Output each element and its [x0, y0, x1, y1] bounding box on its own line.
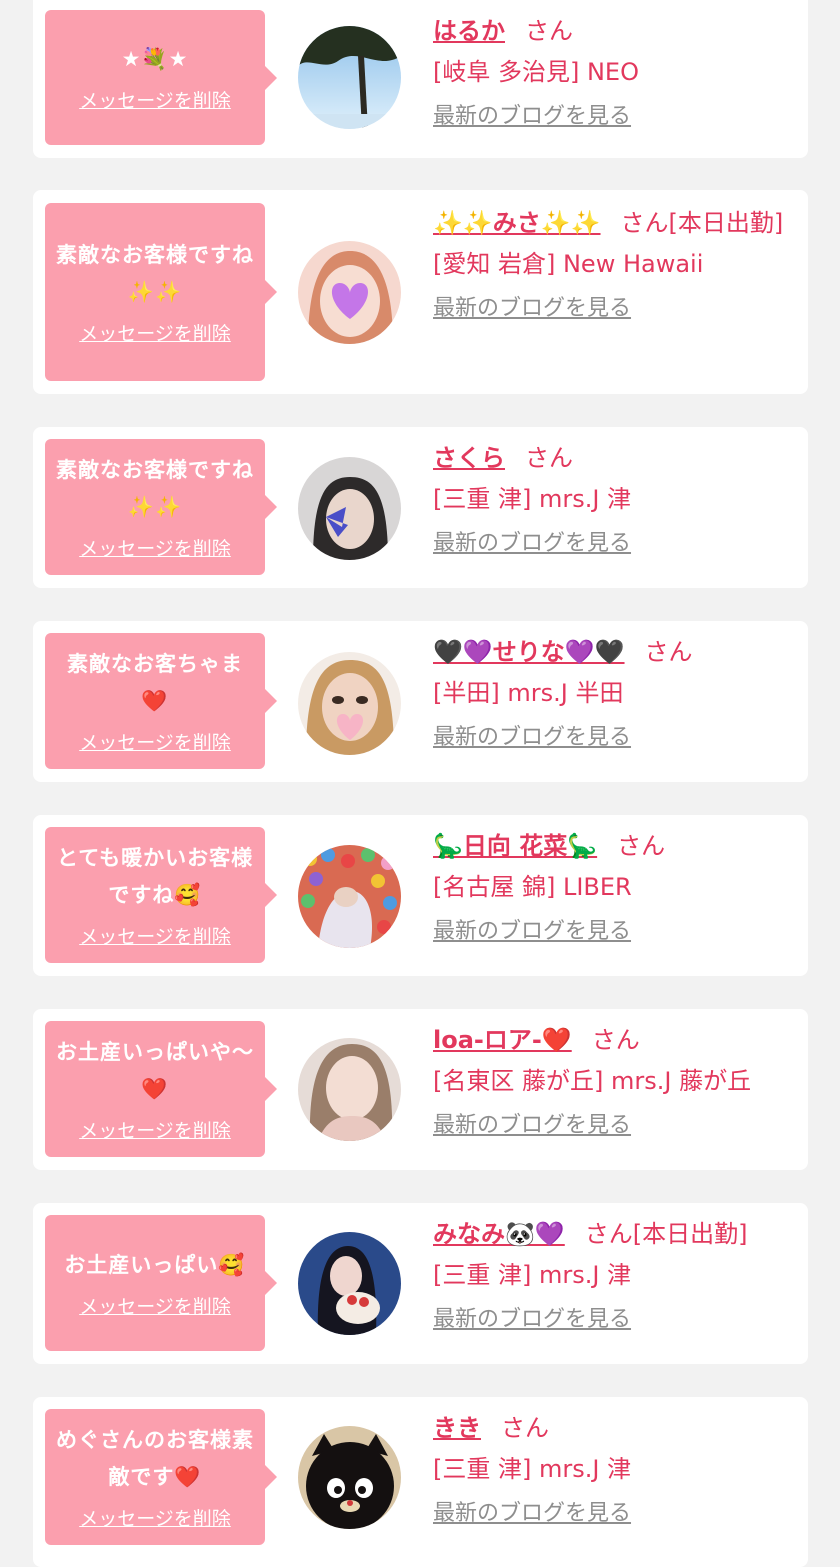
latest-blog-link[interactable]: 最新のブログを見る: [433, 1111, 631, 1141]
honorific: さん[本日出勤]: [620, 209, 784, 237]
honorific: さん: [644, 638, 693, 666]
honorific: さん: [591, 1026, 640, 1054]
message-bubble: 素敵なお客ちゃま❤️ メッセージを削除: [45, 633, 277, 769]
profile-info: loa-ロア-❤️ さん [名東区 藤が丘] mrs.J 藤が丘 最新のブログを見…: [433, 1019, 788, 1141]
latest-blog-link[interactable]: 最新のブログを見る: [433, 723, 631, 753]
shop-label: [愛知 岩倉] New Hawaii: [433, 250, 704, 278]
shop-label: [岐阜 多治見] NEO: [433, 58, 639, 86]
message-bubble: 素敵なお客様ですね✨✨ メッセージを削除: [45, 203, 277, 381]
latest-blog-link[interactable]: 最新のブログを見る: [433, 1305, 631, 1335]
delete-message-link[interactable]: メッセージを削除: [79, 730, 231, 756]
honorific: さん: [525, 17, 573, 45]
profile-info: みなみ🐼💜 さん[本日出勤] [三重 津] mrs.J 津 最新のブログを見る: [433, 1213, 788, 1335]
shop-label: [三重 津] mrs.J 津: [433, 1455, 632, 1483]
message-text: 素敵なお客様ですね✨✨: [56, 458, 254, 519]
list-item: お土産いっぱい🥰 メッセージを削除 みなみ🐼💜 さん[本日出勤] [三重 津] m…: [33, 1203, 808, 1364]
name-link[interactable]: 🖤💜せりな💜🖤: [433, 638, 625, 666]
message-list: ★💐★ メッセージを削除 はるか さん [岐阜 多治見] NEO 最新のブログを見…: [0, 0, 840, 1567]
honorific: さん: [617, 832, 666, 860]
avatar[interactable]: [298, 1426, 401, 1529]
shop-label: [名古屋 錦] LIBER: [433, 873, 632, 901]
message-text: ★💐★: [121, 47, 189, 71]
message-bubble: めぐさんのお客様素敵です❤️ メッセージを削除: [45, 1409, 277, 1545]
delete-message-link[interactable]: メッセージを削除: [79, 536, 231, 562]
list-item: めぐさんのお客様素敵です❤️ メッセージを削除 きき さん [三重 津] mrs.…: [33, 1397, 808, 1567]
name-link[interactable]: みなみ🐼💜: [433, 1220, 565, 1248]
honorific: さん[本日出勤]: [584, 1220, 748, 1248]
delete-message-link[interactable]: メッセージを削除: [79, 321, 231, 347]
avatar[interactable]: [298, 845, 401, 948]
latest-blog-link[interactable]: 最新のブログを見る: [433, 917, 631, 947]
shop-label: [半田] mrs.J 半田: [433, 679, 624, 707]
profile-info: ✨✨みさ✨✨ さん[本日出勤] [愛知 岩倉] New Hawaii 最新のブログ…: [433, 202, 788, 324]
profile-info: はるか さん [岐阜 多治見] NEO 最新のブログを見る: [433, 10, 788, 132]
delete-message-link[interactable]: メッセージを削除: [79, 88, 231, 114]
delete-message-link[interactable]: メッセージを削除: [79, 1506, 231, 1532]
delete-message-link[interactable]: メッセージを削除: [79, 1118, 231, 1144]
latest-blog-link[interactable]: 最新のブログを見る: [433, 294, 631, 324]
list-item: 素敵なお客様ですね✨✨ メッセージを削除 さくら さん [三重 津] mrs.J …: [33, 427, 808, 588]
avatar[interactable]: [298, 1038, 401, 1141]
latest-blog-link[interactable]: 最新のブログを見る: [433, 1499, 631, 1529]
avatar[interactable]: [298, 26, 401, 129]
shop-label: [三重 津] mrs.J 津: [433, 1261, 632, 1289]
message-text: とても暖かいお客様ですね🥰: [56, 846, 254, 907]
list-item: 素敵なお客様ですね✨✨ メッセージを削除 ✨✨みさ✨✨ さん[本日出勤] [愛知 …: [33, 190, 808, 394]
profile-info: さくら さん [三重 津] mrs.J 津 最新のブログを見る: [433, 437, 788, 559]
shop-label: [名東区 藤が丘] mrs.J 藤が丘: [433, 1067, 752, 1095]
message-text: お土産いっぱい🥰: [64, 1252, 246, 1277]
message-bubble: お土産いっぱいや〜❤️ メッセージを削除: [45, 1021, 277, 1157]
name-link[interactable]: さくら: [433, 444, 505, 472]
message-bubble: とても暖かいお客様ですね🥰 メッセージを削除: [45, 827, 277, 963]
latest-blog-link[interactable]: 最新のブログを見る: [433, 102, 631, 132]
avatar[interactable]: [298, 652, 401, 755]
profile-info: 🖤💜せりな💜🖤 さん [半田] mrs.J 半田 最新のブログを見る: [433, 631, 788, 753]
message-bubble: 素敵なお客様ですね✨✨ メッセージを削除: [45, 439, 277, 575]
message-text: めぐさんのお客様素敵です❤️: [56, 1428, 254, 1489]
message-bubble: ★💐★ メッセージを削除: [45, 10, 277, 145]
name-link[interactable]: loa-ロア-❤️: [433, 1026, 572, 1054]
delete-message-link[interactable]: メッセージを削除: [79, 924, 231, 950]
list-item: お土産いっぱいや〜❤️ メッセージを削除 loa-ロア-❤️ さん [名東区 藤が…: [33, 1009, 808, 1170]
latest-blog-link[interactable]: 最新のブログを見る: [433, 529, 631, 559]
name-link[interactable]: はるか: [433, 17, 505, 45]
avatar[interactable]: [298, 1232, 401, 1335]
honorific: さん: [525, 444, 573, 472]
avatar[interactable]: [298, 457, 401, 560]
list-item: 素敵なお客ちゃま❤️ メッセージを削除 🖤💜せりな💜🖤 さん [半田] mrs.J…: [33, 621, 808, 782]
list-item: とても暖かいお客様ですね🥰 メッセージを削除 🦕日向 花菜🦕 さん [名古屋 錦]…: [33, 815, 808, 976]
name-link[interactable]: 🦕日向 花菜🦕: [433, 832, 597, 860]
message-text: お土産いっぱいや〜❤️: [56, 1040, 254, 1101]
profile-info: 🦕日向 花菜🦕 さん [名古屋 錦] LIBER 最新のブログを見る: [433, 825, 788, 947]
honorific: さん: [501, 1414, 549, 1442]
shop-label: [三重 津] mrs.J 津: [433, 485, 632, 513]
delete-message-link[interactable]: メッセージを削除: [79, 1294, 231, 1320]
profile-info: きき さん [三重 津] mrs.J 津 最新のブログを見る: [433, 1407, 788, 1529]
message-bubble: お土産いっぱい🥰 メッセージを削除: [45, 1215, 277, 1351]
avatar[interactable]: [298, 241, 401, 344]
message-text: 素敵なお客ちゃま❤️: [67, 652, 243, 713]
message-text: 素敵なお客様ですね✨✨: [56, 243, 254, 304]
name-link[interactable]: ✨✨みさ✨✨: [433, 209, 601, 237]
list-item: ★💐★ メッセージを削除 はるか さん [岐阜 多治見] NEO 最新のブログを見…: [33, 0, 808, 158]
name-link[interactable]: きき: [433, 1414, 481, 1442]
